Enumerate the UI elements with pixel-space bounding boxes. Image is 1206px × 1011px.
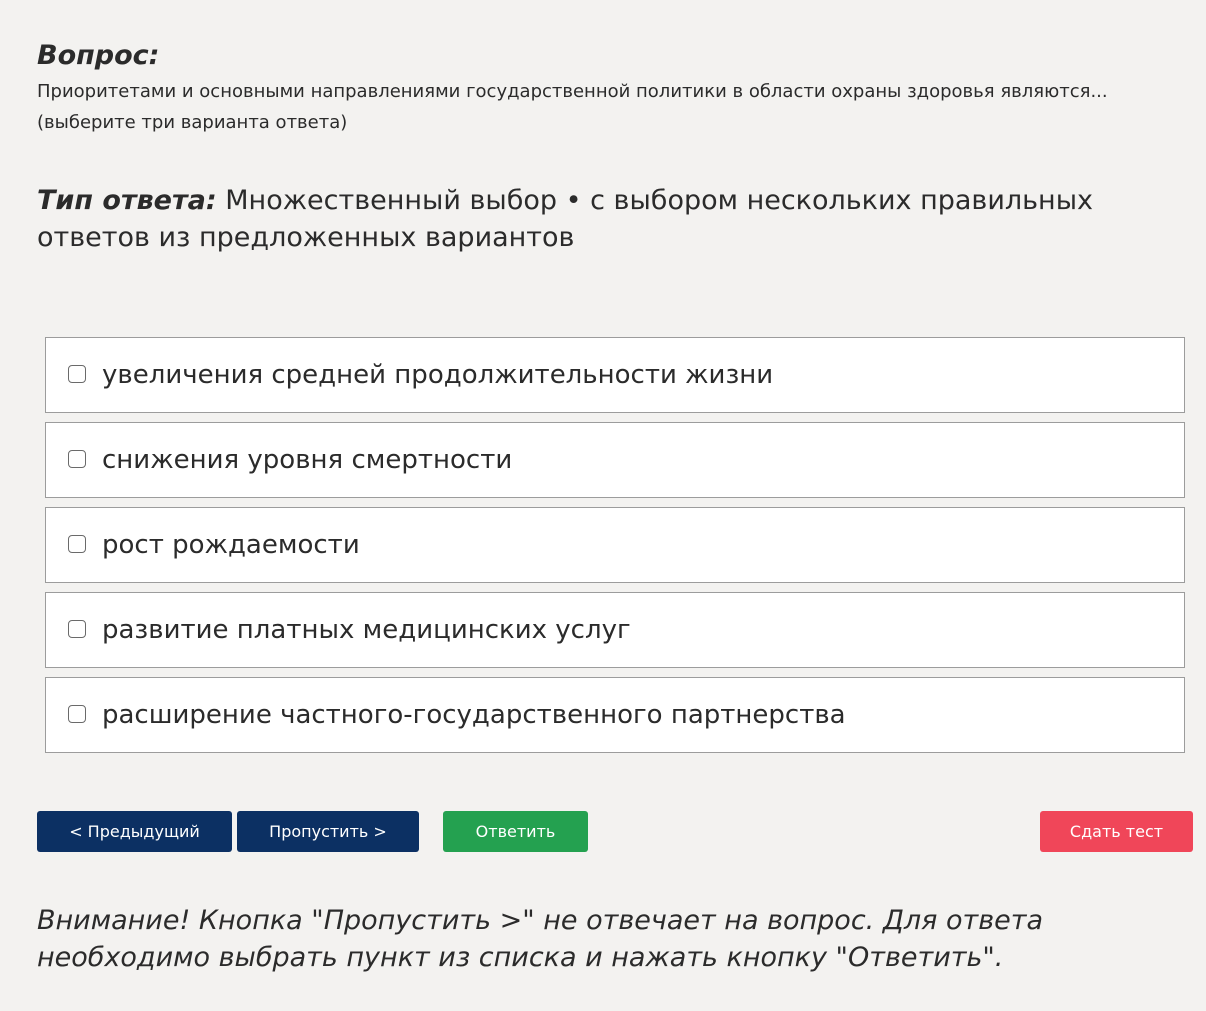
answer-type-label: Тип ответа:	[37, 185, 217, 216]
answer-option-label: рост рождаемости	[102, 530, 360, 560]
answer-option-label: расширение частного-государственного пар…	[102, 700, 846, 730]
answer-option-label: снижения уровня смертности	[102, 445, 513, 475]
answer-button[interactable]: Ответить	[443, 811, 588, 852]
answer-option[interactable]: расширение частного-государственного пар…	[45, 677, 1185, 753]
answer-option[interactable]: увеличения средней продолжительности жиз…	[45, 337, 1185, 413]
checkbox[interactable]	[68, 535, 86, 553]
answer-option-label: развитие платных медицинских услуг	[102, 615, 631, 645]
question-heading: Вопрос:	[37, 40, 160, 71]
answer-option[interactable]: снижения уровня смертности	[45, 422, 1185, 498]
checkbox[interactable]	[68, 620, 86, 638]
submit-test-button[interactable]: Сдать тест	[1040, 811, 1193, 852]
checkbox[interactable]	[68, 365, 86, 383]
checkbox[interactable]	[68, 705, 86, 723]
skip-button[interactable]: Пропустить >	[237, 811, 419, 852]
checkbox[interactable]	[68, 450, 86, 468]
question-text: Приоритетами и основными направлениями г…	[37, 76, 1177, 138]
question-text-line: Приоритетами и основными направлениями г…	[37, 81, 1108, 102]
answer-options-list: увеличения средней продолжительности жиз…	[45, 337, 1185, 762]
answer-option[interactable]: развитие платных медицинских услуг	[45, 592, 1185, 668]
notice-text: Внимание! Кнопка "Пропустить >" не отвеч…	[37, 905, 1044, 973]
answer-type: Тип ответа: Множественный выбор • с выбо…	[37, 182, 1187, 256]
answer-option-label: увеличения средней продолжительности жиз…	[102, 360, 774, 390]
answer-option[interactable]: рост рождаемости	[45, 507, 1185, 583]
previous-button[interactable]: < Предыдущий	[37, 811, 232, 852]
question-hint: (выберите три варианта ответа)	[37, 112, 348, 133]
